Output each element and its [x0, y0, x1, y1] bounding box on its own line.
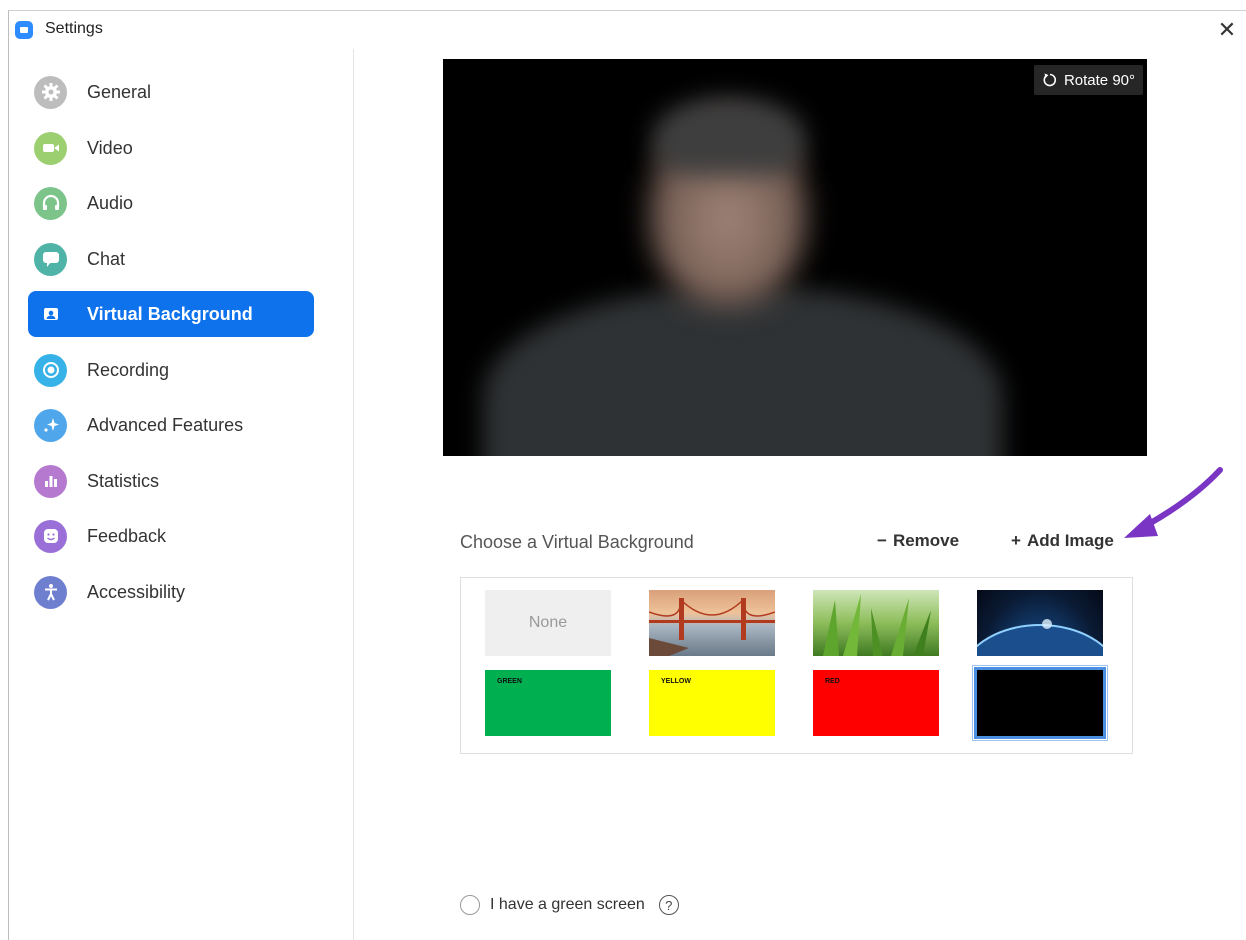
- accessibility-icon: [34, 575, 67, 609]
- zoom-app-icon: [15, 21, 33, 39]
- background-yellow-label: YELLOW: [661, 678, 691, 685]
- grass-image: [823, 594, 931, 656]
- smiley-icon: [34, 519, 67, 553]
- rotate-label: Rotate 90°: [1063, 71, 1135, 89]
- green-screen-option: I have a green screen ?: [460, 895, 679, 915]
- sidebar-item-label: Advanced Features: [87, 414, 244, 435]
- green-screen-label: I have a green screen: [490, 896, 645, 913]
- sidebar-item-label: Chat: [87, 248, 126, 269]
- background-red-label: RED: [825, 678, 840, 685]
- person-silhouette-cap: [653, 97, 805, 175]
- sidebar-item-label: Video: [87, 137, 133, 158]
- sidebar-item-label: Recording: [87, 359, 170, 380]
- background-none[interactable]: None: [485, 590, 611, 656]
- sidebar-item-feedback[interactable]: Feedback: [28, 513, 314, 559]
- sidebar-item-chat[interactable]: Chat: [28, 236, 314, 282]
- sidebar-item-virtual-background[interactable]: Virtual Background: [28, 291, 314, 337]
- sidebar-item-label: Virtual Background: [87, 303, 253, 324]
- sparkle-icon: [34, 408, 67, 442]
- bridge-image: [649, 598, 775, 656]
- sidebar-item-label: Statistics: [87, 470, 160, 491]
- green-screen-checkbox[interactable]: [460, 895, 480, 915]
- background-none-label: None: [528, 614, 568, 631]
- title-bar: Settings ✕: [9, 11, 1246, 49]
- remove-button[interactable]: − Remove: [877, 531, 959, 551]
- help-icon[interactable]: ?: [658, 895, 679, 915]
- background-black[interactable]: [972, 665, 1108, 741]
- record-icon: [34, 353, 67, 387]
- sidebar-item-audio[interactable]: Audio: [28, 180, 314, 226]
- sidebar-item-label: General: [87, 81, 152, 102]
- close-button[interactable]: ✕: [1212, 15, 1242, 45]
- sidebar-item-label: Audio: [87, 192, 134, 213]
- gear-icon: [34, 75, 67, 109]
- background-yellow[interactable]: YELLOW: [649, 670, 775, 736]
- background-grid: None GREEN YELLOW RED: [460, 577, 1133, 754]
- rotate-icon: [1043, 73, 1056, 87]
- background-grass[interactable]: [813, 590, 939, 656]
- background-red[interactable]: RED: [813, 670, 939, 736]
- sidebar-item-general[interactable]: General: [28, 69, 314, 115]
- choose-background-title: Choose a Virtual Background: [460, 532, 694, 552]
- plus-icon: +: [1011, 531, 1021, 550]
- background-green-label: GREEN: [497, 678, 522, 685]
- portrait-icon: [34, 298, 67, 331]
- video-preview: Rotate 90°: [443, 59, 1147, 456]
- sidebar: General Video Audio Chat Virtual Backgro…: [9, 49, 354, 940]
- remove-label: Remove: [892, 531, 960, 550]
- sidebar-item-recording[interactable]: Recording: [28, 347, 314, 393]
- sidebar-item-label: Feedback: [87, 525, 167, 546]
- background-golden-gate[interactable]: [649, 590, 775, 656]
- bar-chart-icon: [34, 464, 67, 498]
- background-earth[interactable]: [977, 590, 1103, 656]
- minus-icon: −: [877, 531, 887, 550]
- earth-image: [977, 619, 1103, 656]
- sidebar-item-statistics[interactable]: Statistics: [28, 458, 314, 504]
- window-title: Settings: [45, 20, 103, 37]
- annotation-arrow-icon: [1124, 467, 1223, 538]
- background-green[interactable]: GREEN: [485, 670, 611, 736]
- sidebar-item-video[interactable]: Video: [28, 125, 314, 171]
- add-image-label: Add Image: [1026, 531, 1114, 550]
- chat-bubble-icon: [34, 242, 67, 276]
- person-silhouette-body: [483, 287, 1003, 456]
- sidebar-item-accessibility[interactable]: Accessibility: [28, 569, 314, 615]
- sidebar-item-label: Accessibility: [87, 581, 186, 602]
- video-camera-icon: [34, 131, 67, 165]
- add-image-button[interactable]: + Add Image: [1011, 531, 1114, 551]
- rotate-90-button[interactable]: Rotate 90°: [1033, 65, 1143, 95]
- headphones-icon: [34, 186, 67, 220]
- sidebar-item-advanced-features[interactable]: Advanced Features: [28, 402, 314, 448]
